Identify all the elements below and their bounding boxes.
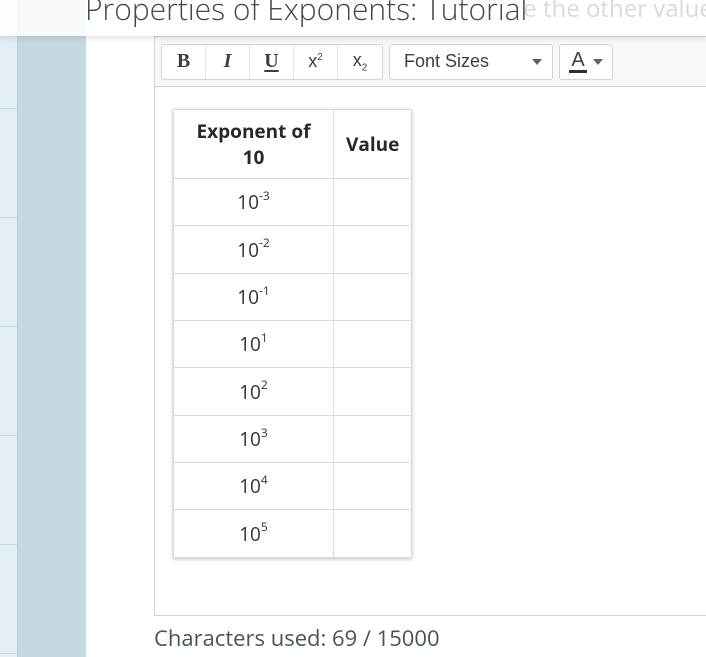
- value-cell[interactable]: [334, 510, 412, 557]
- table-row[interactable]: 10-2: [174, 226, 412, 273]
- value-cell[interactable]: [334, 320, 412, 367]
- font-size-dropdown[interactable]: Font Sizes: [390, 45, 552, 79]
- editor-body[interactable]: Exponent of 10 Value 10-310-210-11011021…: [155, 87, 706, 615]
- exponent-value: 1: [261, 329, 268, 346]
- content-panel: B I U x2 x2 Font Sizes: [86, 0, 706, 657]
- page-title: Properties of Exponents: Tutorial: [85, 0, 527, 18]
- nav-segment[interactable]: [0, 327, 17, 436]
- value-cell[interactable]: [334, 226, 412, 273]
- font-size-group: Font Sizes: [389, 44, 553, 80]
- table-row[interactable]: 105: [174, 510, 412, 557]
- exponents-table[interactable]: Exponent of 10 Value 10-310-210-11011021…: [173, 109, 412, 558]
- page-header: Properties of Exponents: Tutorial e the …: [0, 0, 706, 36]
- base-value: 10: [237, 237, 259, 263]
- exponent-value: -3: [259, 187, 270, 204]
- base-value: 10: [237, 284, 259, 310]
- exponent-value: 2: [261, 376, 268, 393]
- exponent-cell[interactable]: 10-1: [174, 273, 334, 320]
- table-row[interactable]: 102: [174, 368, 412, 415]
- value-cell[interactable]: [334, 415, 412, 462]
- underline-icon: U: [264, 50, 278, 73]
- exponent-cell[interactable]: 103: [174, 415, 334, 462]
- value-cell[interactable]: [334, 179, 412, 226]
- chevron-down-icon: [593, 59, 603, 65]
- base-value: 10: [239, 331, 261, 357]
- page-subtitle-ghost: e the other values: [523, 0, 706, 18]
- superscript-icon: x2: [308, 51, 323, 72]
- italic-button[interactable]: I: [206, 45, 250, 79]
- superscript-button[interactable]: x2: [294, 45, 338, 79]
- exponent-cell[interactable]: 101: [174, 320, 334, 367]
- table-header-value: Value: [334, 110, 412, 179]
- exponent-cell[interactable]: 10-3: [174, 179, 334, 226]
- text-color-dropdown[interactable]: A: [560, 45, 612, 79]
- chevron-down-icon: [532, 59, 542, 65]
- left-nav-rail: [0, 0, 18, 657]
- italic-icon: I: [224, 50, 232, 73]
- value-cell[interactable]: [334, 273, 412, 320]
- nav-segment[interactable]: [0, 436, 17, 545]
- rich-text-editor: B I U x2 x2 Font Sizes: [154, 36, 706, 616]
- exponent-value: 3: [261, 424, 268, 441]
- underline-button[interactable]: U: [250, 45, 294, 79]
- exponent-value: 5: [261, 518, 268, 535]
- base-value: 10: [239, 473, 261, 499]
- base-value: 10: [237, 189, 259, 215]
- exponent-cell[interactable]: 104: [174, 462, 334, 509]
- exponent-cell[interactable]: 105: [174, 510, 334, 557]
- exponent-value: -2: [259, 234, 270, 251]
- subscript-icon: x2: [353, 50, 368, 74]
- bold-button[interactable]: B: [162, 45, 206, 79]
- table-row[interactable]: 10-3: [174, 179, 412, 226]
- exponent-value: 4: [261, 471, 268, 488]
- table-header-exponent: Exponent of 10: [174, 110, 334, 179]
- nav-segment[interactable]: [0, 109, 17, 218]
- font-size-label: Font Sizes: [404, 51, 489, 72]
- format-group: B I U x2 x2: [161, 44, 383, 80]
- table-row[interactable]: 104: [174, 462, 412, 509]
- table-row[interactable]: 103: [174, 415, 412, 462]
- value-cell[interactable]: [334, 462, 412, 509]
- editor-toolbar: B I U x2 x2 Font Sizes: [155, 37, 706, 87]
- nav-segment[interactable]: [0, 545, 17, 654]
- table-row[interactable]: 101: [174, 320, 412, 367]
- character-count: Characters used: 69 / 15000: [154, 623, 440, 653]
- base-value: 10: [239, 379, 261, 405]
- bold-icon: B: [177, 50, 190, 73]
- base-value: 10: [239, 426, 261, 452]
- exponent-cell[interactable]: 102: [174, 368, 334, 415]
- exponent-value: -1: [259, 282, 270, 299]
- text-color-icon: A: [569, 50, 586, 73]
- exponent-cell[interactable]: 10-2: [174, 226, 334, 273]
- value-cell[interactable]: [334, 368, 412, 415]
- nav-segment[interactable]: [0, 218, 17, 327]
- table-row[interactable]: 10-1: [174, 273, 412, 320]
- text-color-group: A: [559, 44, 613, 80]
- base-value: 10: [239, 521, 261, 547]
- subscript-button[interactable]: x2: [338, 45, 382, 79]
